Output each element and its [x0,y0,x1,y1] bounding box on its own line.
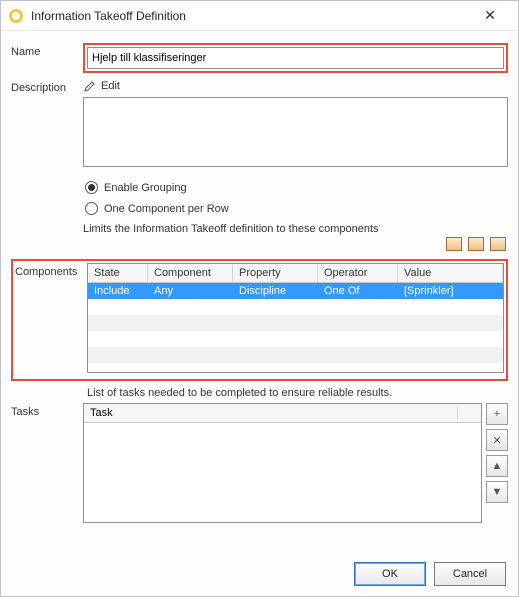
edit-link[interactable]: Edit [83,79,508,93]
radio-empty-icon [85,202,98,215]
radio-enable-grouping[interactable]: Enable Grouping [85,181,508,194]
cancel-button[interactable]: Cancel [434,562,506,586]
cancel-label: Cancel [453,568,487,580]
cell-operator: One Of [318,283,398,299]
dialog-footer: OK Cancel [354,562,506,586]
close-button[interactable]: ✕ [470,2,510,30]
cell-state: Include [88,283,148,299]
add-task-button[interactable]: + [486,403,508,425]
th-property[interactable]: Property [233,264,318,282]
name-input[interactable] [87,47,504,69]
th-operator[interactable]: Operator [318,264,398,282]
radio-one-per-row[interactable]: One Component per Row [85,202,508,215]
tasks-header-row: Task [84,404,481,423]
th-value[interactable]: Value [398,264,503,282]
th-task[interactable]: Task [90,407,457,419]
tasks-side-buttons: + ✕ ▲ ▼ [486,403,508,523]
th-component[interactable]: Component [148,264,233,282]
radio-one-label: One Component per Row [104,203,229,215]
table-header-row: State Component Property Operator Value [88,264,503,283]
components-toolbar [83,237,508,251]
description-label: Description [11,79,83,94]
components-table[interactable]: State Component Property Operator Value … [87,263,504,373]
table-row [88,299,503,315]
ok-label: OK [382,568,398,580]
dialog-body: Name Description Edit [1,31,518,537]
radio-enable-label: Enable Grouping [104,182,187,194]
window-title: Information Takeoff Definition [31,9,186,23]
arrow-down-icon: ▼ [492,486,503,498]
plus-icon: + [494,408,500,420]
components-label: Components [15,263,87,373]
table-row[interactable]: Include Any Discipline One Of [Sprinkler… [88,283,503,299]
name-highlight-frame [83,43,508,73]
description-box[interactable] [83,97,508,167]
grouping-options: Enable Grouping One Component per Row [85,181,508,215]
toolbar-icon-2[interactable] [468,237,484,251]
table-row [88,347,503,363]
th-state[interactable]: State [88,264,148,282]
table-row [88,315,503,331]
table-row [88,331,503,347]
tasks-label: Tasks [11,403,83,418]
components-highlight-frame: Components State Component Property Oper… [11,259,508,381]
app-icon [9,9,23,23]
radio-dot-icon [85,181,98,194]
name-label: Name [11,43,83,58]
arrow-up-icon: ▲ [492,460,503,472]
move-down-button[interactable]: ▼ [486,481,508,503]
tasks-hint: List of tasks needed to be completed to … [87,387,508,399]
pencil-icon [83,79,97,93]
cell-property: Discipline [233,283,318,299]
move-up-button[interactable]: ▲ [486,455,508,477]
cell-component: Any [148,283,233,299]
ok-button[interactable]: OK [354,562,426,586]
tasks-table[interactable]: Task [83,403,482,523]
edit-label: Edit [101,80,120,92]
components-hint: Limits the Information Takeoff definitio… [83,223,508,235]
x-icon: ✕ [492,434,501,447]
toolbar-icon-3[interactable] [490,237,506,251]
toolbar-icon-1[interactable] [446,237,462,251]
th-task-extra [457,407,475,419]
cell-value: [Sprinkler] [398,283,503,299]
dialog-window: Information Takeoff Definition ✕ Name De… [0,0,519,597]
titlebar: Information Takeoff Definition ✕ [1,1,518,31]
remove-task-button[interactable]: ✕ [486,429,508,451]
